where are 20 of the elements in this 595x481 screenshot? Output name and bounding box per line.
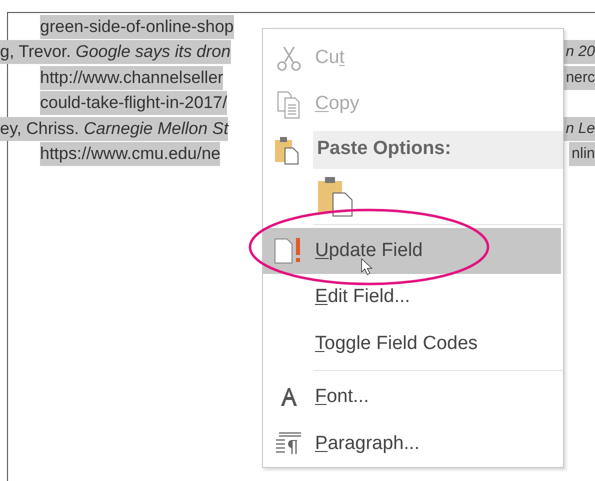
reference-text: could-take-flight-in-2017/ [40,91,228,116]
menu-item[interactable]: Toggle Field Codes [263,320,563,368]
reference-text: https://www.cmu.edu/ne [40,142,220,166]
reference-text: nlin [568,142,595,166]
menu-section-header: Paste Options: [313,130,563,169]
paragraph-icon [275,432,303,456]
reference-text: n 20 [562,40,595,64]
menu-item[interactable]: Update Field [263,228,561,274]
scissors-icon [276,45,302,72]
reference-text: ey, Chriss. Carnegie Mellon St [0,116,228,141]
reference-text: g, Trevor. Google says its dron [0,40,231,64]
reference-text: nerc [562,66,595,90]
reference-text: n Le [562,116,595,141]
menu-item[interactable]: Edit Field... [263,274,563,321]
copy-icon [276,90,302,119]
font-icon [279,387,299,408]
menu-item[interactable]: Font... [263,374,563,421]
reference-text: http://www.channelseller [40,66,224,90]
menu-item[interactable]: Paragraph... [263,420,563,468]
reference-text: green-side-of-online-shop [40,14,234,39]
